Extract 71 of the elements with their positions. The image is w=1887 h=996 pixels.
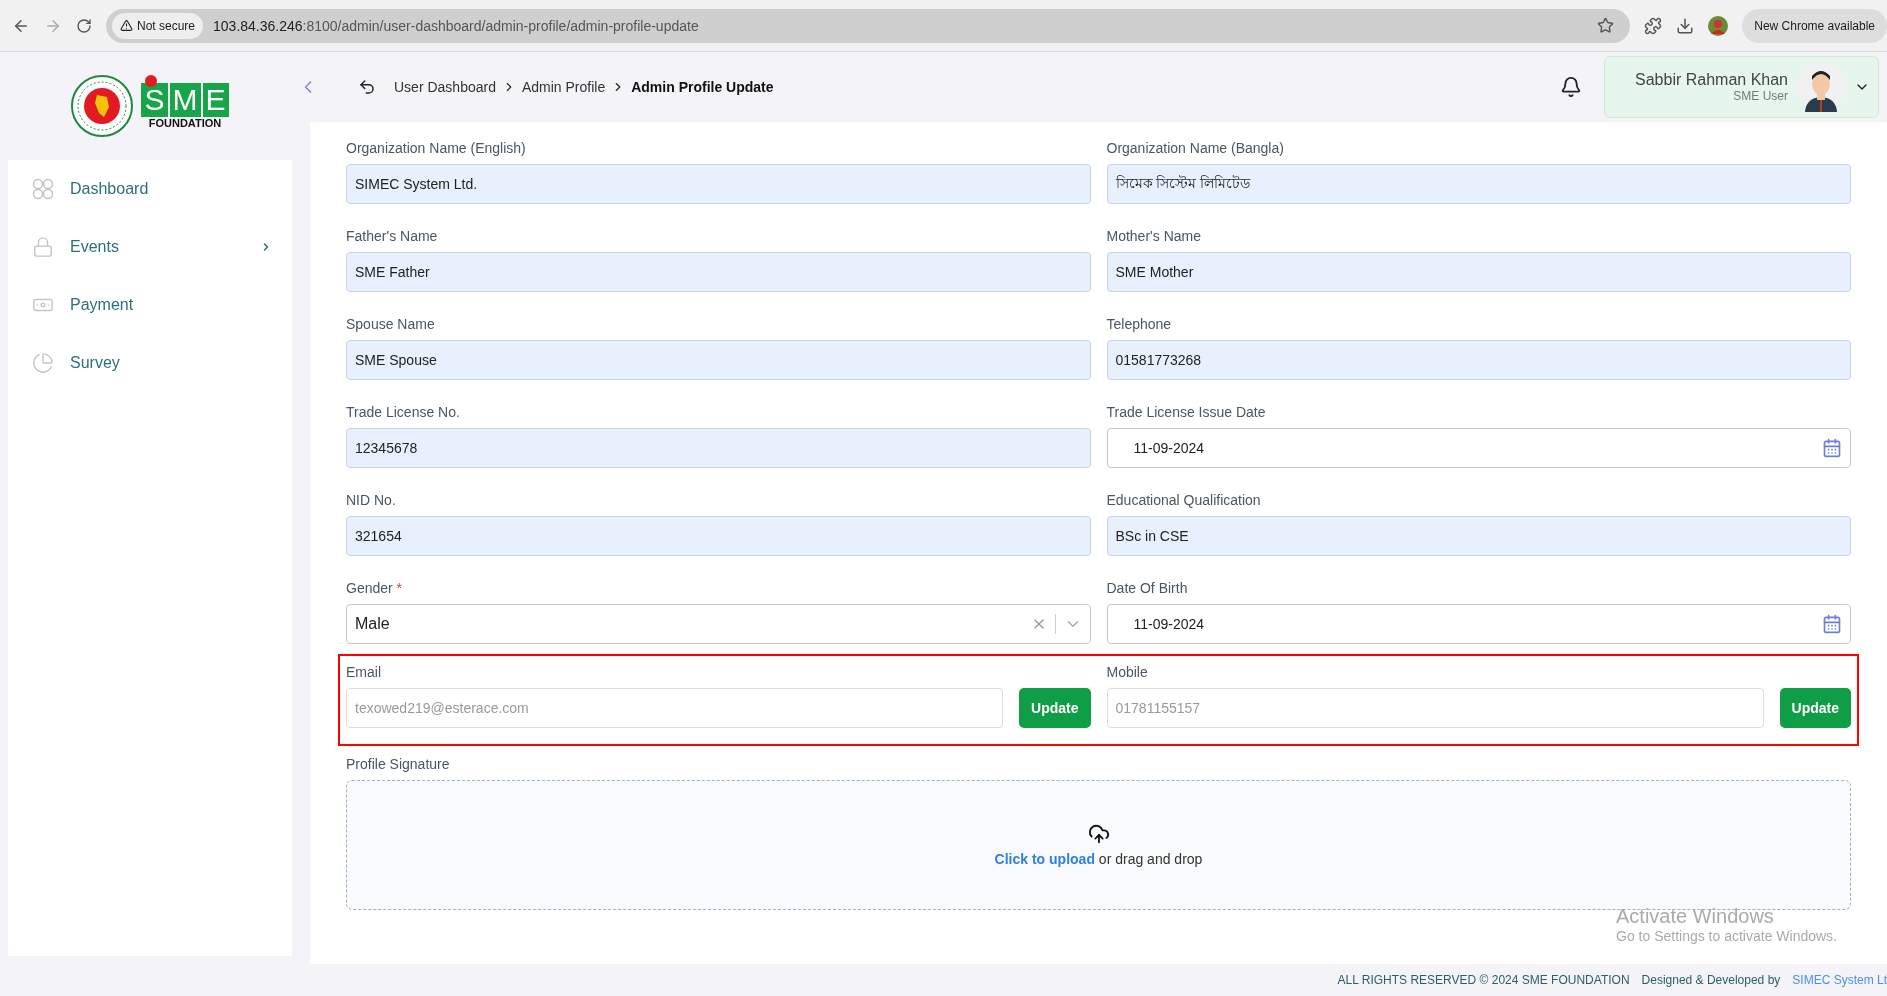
extensions-icon[interactable] <box>1644 16 1663 35</box>
field-label: Mobile <box>1106 664 1149 680</box>
gender-select[interactable]: Male <box>346 604 1091 644</box>
calendar-icon[interactable] <box>1822 614 1842 634</box>
upload-link[interactable]: Click to upload <box>994 851 1095 867</box>
field-label: Telephone <box>1106 316 1173 332</box>
breadcrumb-item: Admin Profile Update <box>631 79 774 95</box>
input-field[interactable]: SIMEC System Ltd. <box>346 164 1091 204</box>
date-field[interactable]: 11-09-2024 <box>1106 428 1851 468</box>
sidebar-item[interactable]: Payment <box>8 276 292 334</box>
input-field[interactable]: 321654 <box>346 516 1091 556</box>
field-label: Date Of Birth <box>1106 580 1189 596</box>
user-role: SME User <box>1733 89 1788 103</box>
logo-caption: FOUNDATION <box>148 117 222 129</box>
grid-icon <box>32 178 54 200</box>
logo-letter: E <box>202 83 229 117</box>
field-label: Father's Name <box>346 228 439 244</box>
input-field[interactable]: SME Mother <box>1106 252 1851 292</box>
bookmark-star-icon[interactable] <box>1597 17 1615 34</box>
sidebar-item[interactable]: Events <box>8 218 292 276</box>
copyright-text: ALL RIGHTS RESERVED © 2024 SME FOUNDATION <box>1337 973 1630 987</box>
warning-icon <box>120 19 133 32</box>
input-field[interactable]: texowed219@esterace.com <box>346 688 1004 728</box>
field-label: NID No. <box>346 492 397 508</box>
user-menu[interactable]: Sabbir Rahman Khan SME User <box>1604 56 1879 118</box>
input-field[interactable]: 01581773268 <box>1106 340 1851 380</box>
undo-icon[interactable] <box>358 78 376 96</box>
upload-cloud-icon <box>1087 823 1110 845</box>
notification-bell-icon[interactable] <box>1560 76 1582 98</box>
field-label: Organization Name (Bangla) <box>1106 140 1285 156</box>
breadcrumb-item[interactable]: User Dashboard <box>394 79 496 95</box>
field-label: Spouse Name <box>346 316 436 332</box>
field-label: Educational Qualification <box>1106 492 1262 508</box>
input-field[interactable]: 01781155157 <box>1106 688 1764 728</box>
update-button[interactable]: Update <box>1019 688 1091 728</box>
security-chip[interactable]: Not secure <box>112 12 204 39</box>
input-field[interactable]: সিমেক সিস্টেম লিমিটেড <box>1106 164 1851 204</box>
user-name: Sabbir Rahman Khan <box>1635 71 1788 89</box>
pie-chart-icon <box>32 352 54 374</box>
sidebar-item[interactable]: Survey <box>8 334 292 392</box>
upload-hint: or drag and drop <box>1098 851 1203 867</box>
sidebar-item[interactable]: Dashboard <box>8 160 292 218</box>
url-text: 103.84.36.246:8100/admin/user-dashboard/admin-profile/admin-profile-update <box>213 17 699 34</box>
field-label: Trade License Issue Date <box>1106 404 1267 420</box>
date-field[interactable]: 11-09-2024 <box>1106 604 1851 644</box>
breadcrumb-item[interactable]: Admin Profile <box>521 79 606 95</box>
update-notice-button[interactable]: New Chrome available <box>1742 8 1887 43</box>
input-field[interactable]: BSc in CSE <box>1106 516 1851 556</box>
field-label: Trade License No. <box>346 404 461 420</box>
input-field[interactable]: SME Father <box>346 252 1091 292</box>
field-label: Mother's Name <box>1106 228 1202 244</box>
input-field[interactable]: SME Spouse <box>346 340 1091 380</box>
logo-letter: S <box>141 83 168 117</box>
calendar-icon[interactable] <box>1822 438 1842 458</box>
logo-letter: M <box>169 83 201 117</box>
lock-icon <box>32 236 54 258</box>
input-field[interactable]: 12345678 <box>346 428 1091 468</box>
field-label: Organization Name (English) <box>346 140 527 156</box>
emblem-icon <box>71 75 134 137</box>
field-label: Profile Signature <box>346 756 451 772</box>
activation-hint: Go to Settings to activate Windows. <box>1616 928 1837 944</box>
profile-avatar-icon[interactable] <box>1708 15 1729 36</box>
update-button[interactable]: Update <box>1779 688 1851 728</box>
avatar-icon <box>1796 62 1846 112</box>
credit-text: Designed & Developed by <box>1641 973 1781 987</box>
download-icon[interactable] <box>1676 16 1695 35</box>
logo-dot-icon <box>145 75 158 87</box>
address-bar[interactable]: Not secure 103.84.36.246:8100/admin/user-dashboard/admin-profile/admin-profile-update <box>106 8 1631 43</box>
field-label: Email <box>346 664 382 680</box>
reload-icon[interactable] <box>76 17 92 34</box>
field-label: Gender * <box>346 580 404 596</box>
